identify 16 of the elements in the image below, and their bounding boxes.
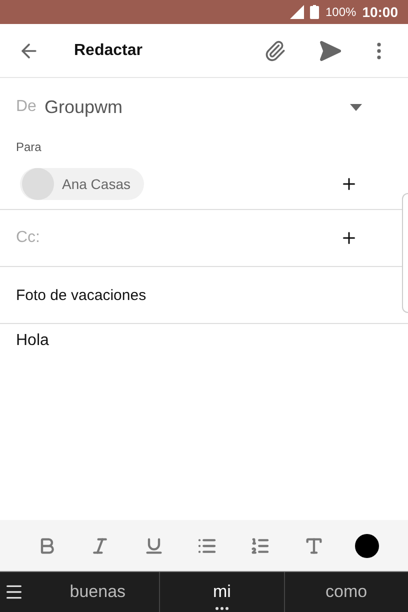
suggestion-word[interactable]: como bbox=[284, 572, 408, 612]
battery-icon bbox=[310, 5, 320, 19]
signal-icon bbox=[290, 5, 304, 19]
from-account[interactable]: Groupwm bbox=[44, 96, 350, 118]
screen-title: Redactar bbox=[74, 42, 144, 60]
edge-handle[interactable] bbox=[402, 193, 408, 313]
text-color-button[interactable] bbox=[355, 534, 380, 558]
to-label: Para bbox=[16, 140, 42, 154]
clock: 10:00 bbox=[362, 4, 398, 20]
recipient-chip[interactable]: Ana Casas bbox=[20, 168, 144, 200]
suggestion-word[interactable]: mi bbox=[160, 572, 285, 612]
suggestion-word[interactable]: buenas bbox=[36, 572, 160, 612]
battery-level: 100% bbox=[325, 5, 356, 19]
dropdown-caret-icon[interactable] bbox=[350, 104, 362, 110]
from-label: De bbox=[16, 98, 36, 116]
avatar-icon bbox=[22, 168, 54, 200]
